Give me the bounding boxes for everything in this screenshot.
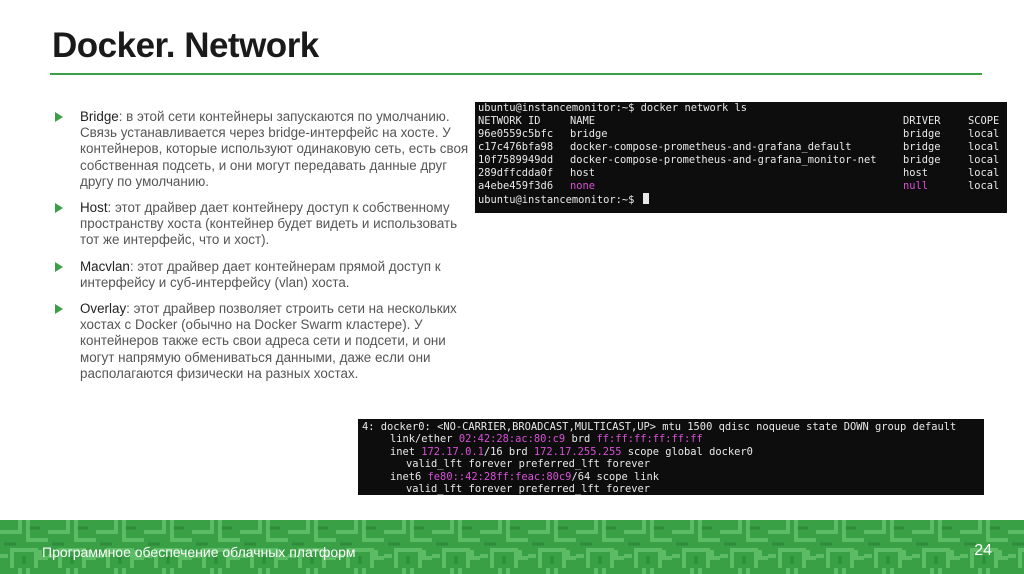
terminal-row: 289dffcdda0f host host local xyxy=(475,167,1007,180)
page-number: 24 xyxy=(974,542,992,559)
terminal-row: 10f7589949dd docker-compose-prometheus-a… xyxy=(475,154,1007,167)
broadcast-mac: ff:ff:ff:ff:ff:ff xyxy=(596,433,703,446)
terminal-prompt: ubuntu@instancemonitor:~$ xyxy=(478,194,635,206)
bullet-text: : этот драйвер дает контейнерам прямой д… xyxy=(80,258,441,290)
terminal-header-row: NETWORK ID NAME DRIVER SCOPE xyxy=(475,115,1007,128)
terminal-line: inet6 fe80::42:28ff:feac:80c9/64 scope l… xyxy=(358,471,984,483)
network-name: docker-compose-prometheus-and-grafana_de… xyxy=(570,141,852,153)
ip-addr-terminal: 4: docker0: <NO-CARRIER,BROADCAST,MULTIC… xyxy=(358,419,984,495)
network-driver: null xyxy=(903,180,929,192)
terminal-text: link/ether xyxy=(390,433,459,446)
network-scope: local xyxy=(968,128,1000,140)
cursor-icon xyxy=(642,193,649,204)
triangle-bullet-icon xyxy=(55,304,63,315)
network-name: host xyxy=(570,167,596,179)
network-name: docker-compose-prometheus-and-grafana_mo… xyxy=(570,154,877,166)
triangle-bullet-icon xyxy=(55,203,63,214)
network-driver: host xyxy=(903,167,929,179)
terminal-command-line: ubuntu@instancemonitor:~$ docker network… xyxy=(475,102,1007,115)
bullet-item-host: Host: этот драйвер дает контейнеру досту… xyxy=(52,200,472,249)
bullet-text: : этот драйвер дает контейнеру доступ к … xyxy=(80,200,458,248)
network-driver: bridge xyxy=(903,128,941,140)
terminal-row: 96e0559c5bfc bridge bridge local xyxy=(475,128,1007,141)
terminal-row: c17c476bfa98 docker-compose-prometheus-a… xyxy=(475,141,1007,154)
terminal-line: 4: docker0: <NO-CARRIER,BROADCAST,MULTIC… xyxy=(362,421,957,433)
slide-title: Docker. Network xyxy=(52,26,319,65)
terminal-line: valid_lft forever preferred_lft forever xyxy=(406,483,650,495)
inet-address: 172.17.0.1 xyxy=(421,445,484,458)
bullet-text: : в этой сети контейнеры запускаются по … xyxy=(80,109,469,189)
bullet-text: : этот драйвер позволяет строить сети на… xyxy=(80,301,457,381)
inet6-address: fe80::42:28ff:feac:80c9 xyxy=(427,470,572,483)
header-driver: DRIVER xyxy=(903,115,941,127)
header-name: NAME xyxy=(570,115,596,127)
triangle-bullet-icon xyxy=(55,261,63,272)
bullet-item-macvlan: Macvlan: этот драйвер дает контейнерам п… xyxy=(52,259,472,291)
footer-course-title: Программное обеспечение облачных платфор… xyxy=(42,544,356,560)
network-driver: bridge xyxy=(903,141,941,153)
title-divider xyxy=(50,73,982,75)
network-scope: local xyxy=(968,141,1000,153)
mac-address: 02:42:28:ac:80:c9 xyxy=(458,433,566,446)
terminal-text: /16 brd xyxy=(483,445,534,458)
network-id: 10f7589949dd xyxy=(478,154,554,166)
header-network-id: NETWORK ID xyxy=(478,115,541,127)
broadcast-address: 172.17.255.255 xyxy=(533,445,622,458)
network-id: a4ebe459f3d6 xyxy=(478,180,554,192)
network-scope: local xyxy=(968,167,1000,179)
terminal-text: scope global docker0 xyxy=(621,445,753,458)
bullet-item-bridge: Bridge: в этой сети контейнеры запускают… xyxy=(52,109,472,190)
triangle-bullet-icon xyxy=(55,112,63,122)
terminal-command: ubuntu@instancemonitor:~$ docker network… xyxy=(478,102,747,114)
network-name: bridge xyxy=(570,128,608,140)
terminal-line: valid_lft forever preferred_lft forever xyxy=(406,458,650,471)
terminal-row: a4ebe459f3d6 none null local xyxy=(475,180,1007,193)
bullet-term: Macvlan xyxy=(80,258,130,274)
docker-network-ls-terminal: ubuntu@instancemonitor:~$ docker network… xyxy=(475,102,1007,213)
terminal-line: inet 172.17.0.1/16 brd 172.17.255.255 sc… xyxy=(358,446,984,458)
bullet-term: Overlay xyxy=(80,301,127,317)
bullet-term: Bridge xyxy=(80,109,119,124)
bullet-item-overlay: Overlay: этот драйвер позволяет строить … xyxy=(52,301,472,382)
terminal-text: brd xyxy=(565,433,597,446)
terminal-text: inet6 xyxy=(390,470,428,483)
terminal-text: inet xyxy=(390,445,422,458)
terminal-prompt-line: ubuntu@instancemonitor:~$ xyxy=(475,193,1007,206)
network-scope: local xyxy=(968,180,1000,192)
network-driver: bridge xyxy=(903,154,941,166)
network-name: none xyxy=(570,180,596,192)
terminal-text: /64 scope link xyxy=(571,470,660,483)
header-scope: SCOPE xyxy=(968,115,1000,127)
network-id: 96e0559c5bfc xyxy=(478,128,554,140)
bullet-term: Host xyxy=(80,200,108,216)
network-id: 289dffcdda0f xyxy=(478,167,554,179)
bullet-list: Bridge: в этой сети контейнеры запускают… xyxy=(52,109,472,392)
footer-bar: Программное обеспечение облачных платфор… xyxy=(0,520,1024,574)
network-scope: local xyxy=(968,154,1000,166)
terminal-line: link/ether 02:42:28:ac:80:c9 brd ff:ff:f… xyxy=(358,433,984,445)
network-id: c17c476bfa98 xyxy=(478,141,554,153)
